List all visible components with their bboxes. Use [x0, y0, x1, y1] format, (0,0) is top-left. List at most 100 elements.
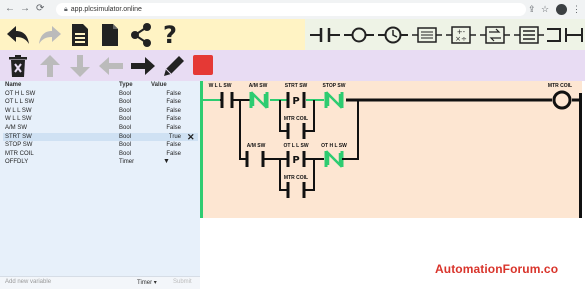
var-type: Bool	[119, 133, 132, 140]
var-value[interactable]: False	[151, 141, 181, 150]
forward-icon[interactable]: →	[20, 3, 30, 14]
timer-icon[interactable]	[377, 21, 409, 48]
wire-icon[interactable]	[565, 21, 583, 48]
close-icon[interactable]: ✕	[187, 132, 195, 142]
back-icon[interactable]: ←	[5, 3, 15, 14]
contact-mtr-coil-2[interactable]	[286, 182, 306, 198]
branch-wire	[239, 100, 247, 160]
reload-icon[interactable]: ⟳	[36, 3, 44, 14]
arrow-right-icon[interactable]	[128, 52, 158, 79]
document-icon[interactable]	[68, 21, 92, 48]
main-toolbar: ? +- ×÷	[0, 19, 585, 50]
edit-toolbar: ?	[0, 19, 305, 50]
var-value[interactable]: False	[151, 107, 181, 116]
var-name: OT L L SW	[5, 99, 35, 106]
pencil-icon[interactable]	[160, 52, 188, 79]
contact-am-sw-bottom[interactable]	[245, 151, 265, 167]
share-icon[interactable]	[128, 21, 154, 48]
chevron-down-icon[interactable]: ▼	[163, 158, 170, 167]
lock-icon: 🔒︎	[64, 6, 68, 13]
math-icon[interactable]: +- ×÷	[445, 21, 477, 48]
add-variable-input[interactable]: Add new variable	[5, 279, 51, 285]
table-row[interactable]: OT L L SW Bool False	[3, 98, 198, 107]
var-name: W L L SW	[5, 116, 32, 123]
var-name: A/M SW	[5, 124, 27, 131]
var-value[interactable]: False	[151, 98, 181, 107]
label-mtr-coil-output: MTR COIL	[547, 83, 573, 89]
variables-panel: Name Type Value OT H L SW Bool False OT …	[0, 81, 200, 289]
table-row[interactable]: STOP SW Bool False	[3, 141, 198, 150]
svg-text:P: P	[292, 155, 299, 166]
counter-icon[interactable]	[513, 21, 545, 48]
var-name: STRT SW	[5, 133, 32, 140]
undo-icon[interactable]	[4, 21, 32, 48]
label-ot-hl-sw: OT H L SW	[321, 143, 347, 149]
contact-strt-sw[interactable]: P	[286, 92, 306, 108]
ladder-canvas[interactable]: P P W L L SW A/M SW STRT SW STOP SW MTR …	[200, 81, 585, 289]
var-value[interactable]: False	[151, 115, 181, 124]
redo-icon[interactable]	[36, 21, 64, 48]
table-row[interactable]: OFFDLY Timer ▼	[3, 158, 198, 167]
arrow-left-icon[interactable]	[96, 52, 126, 79]
contact-ot-ll-sw[interactable]: P	[286, 151, 306, 167]
var-type: Bool	[119, 124, 132, 131]
contact-ot-hl-sw[interactable]	[324, 149, 344, 169]
avatar[interactable]	[556, 4, 567, 15]
watermark: AutomationForum.co	[435, 262, 559, 276]
table-row[interactable]: A/M SW Bool False	[3, 124, 198, 133]
branch-icon[interactable]	[547, 21, 563, 48]
coil-icon[interactable]	[343, 21, 375, 48]
var-value[interactable]: False	[151, 150, 181, 159]
delete-icon[interactable]	[4, 52, 32, 79]
instruction-toolbar: +- ×÷	[305, 19, 585, 50]
var-name: OFFDLY	[5, 159, 29, 166]
var-value[interactable]: False	[151, 90, 181, 99]
var-type: Bool	[119, 99, 132, 106]
table-row[interactable]: W L L SW Bool False	[3, 115, 198, 124]
arrow-up-icon[interactable]	[36, 52, 64, 79]
contact-no-icon[interactable]	[309, 21, 341, 48]
var-name: OT H L SW	[5, 90, 36, 97]
move-icon[interactable]	[479, 21, 511, 48]
compare-icon[interactable]	[411, 21, 443, 48]
type-select[interactable]: Timer ▾	[137, 279, 157, 286]
table-header: Name Type Value	[3, 81, 198, 90]
label-wll-sw: W L L SW	[208, 83, 232, 89]
var-type: Bool	[119, 142, 132, 149]
submit-button[interactable]: Submit	[173, 279, 192, 285]
table-row[interactable]: W L L SW Bool False	[3, 107, 198, 116]
help-icon[interactable]: ?	[158, 21, 182, 48]
add-variable-row: Add new variable Timer ▾ Submit	[0, 276, 200, 289]
contact-wll-sw[interactable]	[220, 92, 235, 108]
address-bar[interactable]: 🔒︎ app.plcsimulator.online	[56, 3, 526, 16]
coil-mtr-coil[interactable]	[552, 90, 572, 110]
svg-text:P: P	[292, 96, 299, 107]
table-row[interactable]: MTR COIL Bool False	[3, 150, 198, 159]
stop-icon[interactable]	[192, 54, 214, 76]
variables-table: Name Type Value OT H L SW Bool False OT …	[3, 81, 198, 167]
ladder-diagram: P P	[200, 81, 582, 218]
new-file-icon[interactable]	[98, 21, 122, 48]
arrow-down-icon[interactable]	[66, 52, 94, 79]
label-am-sw: A/M SW	[248, 83, 268, 89]
var-type: Bool	[119, 116, 132, 123]
contact-mtr-coil-1[interactable]	[286, 123, 306, 139]
var-type: Bool	[119, 150, 132, 157]
contact-stop-sw[interactable]	[324, 90, 344, 110]
table-row[interactable]: OT H L SW Bool False	[3, 90, 198, 99]
var-value[interactable]: True	[151, 133, 181, 142]
label-strt-sw: STRT SW	[284, 83, 308, 89]
branch-wire	[342, 100, 359, 160]
table-row-selected[interactable]: STRT SW Bool True ✕	[3, 132, 198, 142]
col-type-header: Type	[119, 82, 133, 88]
contact-am-sw[interactable]	[248, 90, 269, 110]
bookmark-star-icon[interactable]: ☆	[541, 4, 549, 15]
share-page-icon[interactable]: ⇪	[528, 4, 536, 15]
var-type: Bool	[119, 107, 132, 114]
var-value[interactable]: False	[151, 124, 181, 133]
svg-text:?: ?	[163, 22, 177, 48]
menu-icon[interactable]: ⋮	[572, 4, 581, 15]
var-type: Timer	[119, 159, 135, 166]
left-power-rail	[200, 81, 203, 218]
var-name: W L L SW	[5, 107, 32, 114]
